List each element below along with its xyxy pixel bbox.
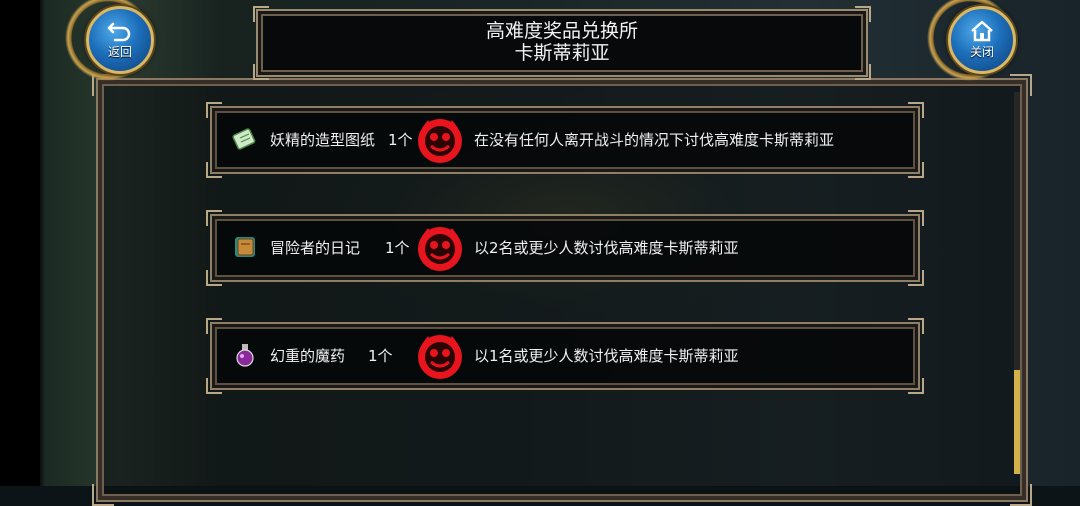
- close-button-frame: 关闭: [922, 0, 1018, 84]
- item-name: 妖精的造型图纸: [270, 131, 376, 149]
- blueprint-icon: [232, 128, 256, 150]
- item-count: 1个: [385, 239, 410, 257]
- unlock-condition: 在没有任何人离开战斗的情况下讨伐高难度卡斯蒂莉亚: [474, 131, 835, 149]
- panel-corner: [1010, 484, 1032, 506]
- back-button-label: 返回: [107, 45, 132, 59]
- scrollbar-thumb[interactable]: [1014, 370, 1020, 474]
- home-icon: [971, 20, 993, 42]
- close-button-label: 关闭: [969, 45, 994, 59]
- left-black-strip: [0, 0, 40, 486]
- potion-icon: [236, 344, 254, 367]
- item-name: 幻重的魔药: [270, 347, 346, 365]
- item-count: 1个: [388, 131, 413, 149]
- unlock-condition: 以1名或更少人数讨伐高难度卡斯蒂莉亚: [474, 347, 739, 365]
- boss-skull-icon: [418, 119, 462, 163]
- diary-book-icon: [235, 237, 255, 257]
- quest-row[interactable]: 冒险者的日记 1个 以2名或更少人数讨伐高难度卡斯蒂莉亚: [206, 210, 924, 286]
- back-button[interactable]: 返回: [86, 6, 154, 74]
- boss-skull-icon: [418, 335, 462, 379]
- back-button-frame: 返回: [60, 0, 156, 84]
- panel-corner: [92, 484, 114, 506]
- quest-row[interactable]: 妖精的造型图纸 1个 在没有任何人离开战斗的情况下讨伐高难度卡斯蒂莉亚: [206, 102, 924, 178]
- unlock-condition: 以2名或更少人数讨伐高难度卡斯蒂莉亚: [474, 239, 739, 257]
- page-subtitle: 卡斯蒂莉亚: [514, 42, 610, 64]
- page-title: 高难度奖品兑换所: [485, 20, 638, 42]
- item-count: 1个: [368, 347, 393, 365]
- item-name: 冒险者的日记: [270, 239, 361, 257]
- close-button[interactable]: 关闭: [948, 6, 1016, 74]
- boss-skull-icon: [418, 227, 462, 271]
- return-arrow-icon: [107, 22, 131, 42]
- title-plate: 高难度奖品兑换所 卡斯蒂莉亚: [253, 6, 871, 80]
- quest-row[interactable]: 幻重的魔药 1个 以1名或更少人数讨伐高难度卡斯蒂莉亚: [206, 318, 924, 394]
